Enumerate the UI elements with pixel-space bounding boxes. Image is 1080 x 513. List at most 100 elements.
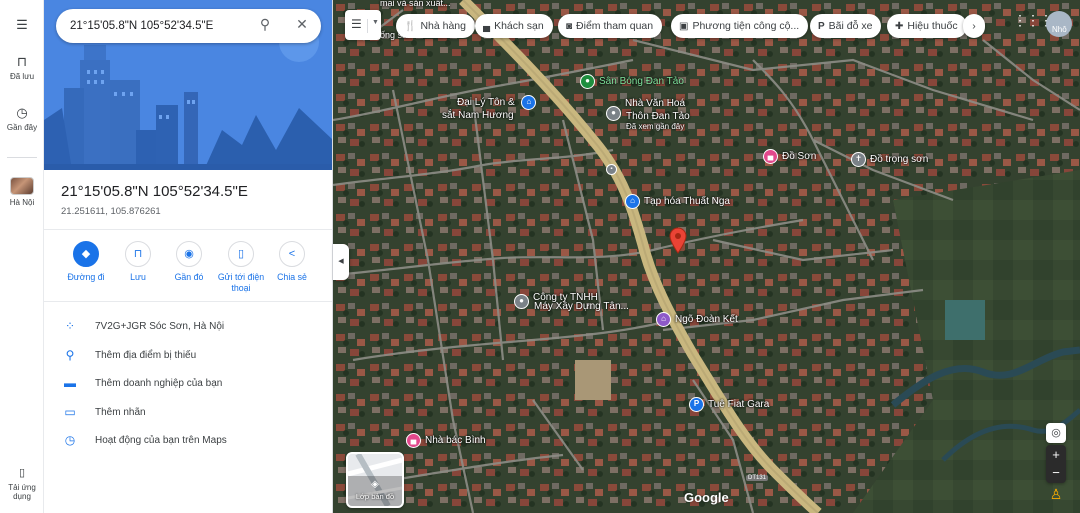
add-label-row[interactable]: ▭ Thêm nhãn	[44, 400, 332, 429]
get-app-label: Tải ứng dụng	[8, 483, 36, 501]
search-box[interactable]: ⚲ ✕	[56, 9, 321, 43]
more-chips-button[interactable]: ›	[963, 14, 985, 38]
share-label: Chia sẻ	[277, 272, 307, 282]
dropped-pin-icon[interactable]	[668, 226, 688, 257]
search-input[interactable]	[70, 17, 250, 35]
send-to-phone-label: Gửi tới điện thoại	[217, 272, 265, 293]
parking-icon: P	[818, 21, 825, 32]
share-icon: <	[279, 241, 305, 267]
pegman-icon[interactable]: ♙	[1047, 486, 1065, 508]
left-rail: ☰ ⊓ Đã lưu ◷ Gần đây Hà Nội ▯ Tải ứng dụ…	[0, 0, 44, 513]
poi-cong-ty[interactable]: ● Công ty TNHH Máy Xây Dựng Tân...	[514, 292, 629, 312]
chevron-right-icon: ›	[972, 20, 976, 32]
bus-stop-icon: ▪	[606, 164, 617, 175]
map-mode-toggle[interactable]: ☰ ▼	[345, 10, 381, 40]
chip-label: Khách sạn	[494, 20, 544, 32]
add-label-text: Thêm nhãn	[95, 406, 146, 418]
poi-san-bong[interactable]: ● Sân Bóng Đan Tảo	[580, 74, 684, 89]
phone-icon: ▯	[18, 467, 26, 479]
list-icon: ☰	[351, 17, 362, 31]
poi-dai-ly[interactable]: Đại Lý Tôn & ⌂ sắt Nam Hương	[442, 95, 540, 121]
add-missing-place-row[interactable]: ⚲ Thêm địa điểm bị thiếu	[44, 343, 332, 372]
poi-text: Nhà bác Bình	[425, 435, 486, 447]
layers-button[interactable]: ◈ Lớp bản đồ	[346, 452, 404, 508]
get-app-button[interactable]: ▯ Tải ứng dụng	[0, 466, 44, 501]
plus-code-icon: ⁘	[64, 319, 76, 333]
camera-icon: ◙	[566, 21, 573, 32]
send-to-phone-button[interactable]: ▯ Gửi tới điện thoại	[215, 241, 267, 294]
menu-icon: ☰	[16, 17, 28, 32]
add-place-icon: ⚲	[65, 347, 75, 362]
plus-code-row[interactable]: ⁘ 7V2G+JGR Sóc Sơn, Hà Nội	[44, 314, 332, 343]
poi-ngo-doan-ket[interactable]: ⌂ Ngõ Đoàn Kết	[656, 312, 738, 327]
poi-text: Công ty TNHH	[533, 292, 598, 304]
poi-nha-van-hoa[interactable]: ● Nhà Văn Hoá Thôn Đan Tảo Đã xem gần đây	[606, 98, 690, 131]
nearby-button[interactable]: ◉ Gần đó	[163, 241, 215, 283]
hotel-icon: ▄	[763, 149, 778, 164]
saved-button[interactable]: ⊓ Đã lưu	[0, 54, 44, 82]
zoom-out-button[interactable]: −	[1046, 464, 1066, 483]
location-marker	[669, 227, 687, 254]
menu-button[interactable]: ☰	[0, 18, 44, 35]
zoom-in-button[interactable]: +	[1046, 445, 1066, 464]
place-icon: ●	[514, 294, 529, 309]
recent-label: Gần đây	[6, 123, 38, 132]
directions-icon: ◆	[73, 241, 99, 267]
hero-illustration: ⚲ ✕	[44, 0, 332, 170]
history-icon: ◷	[64, 433, 76, 447]
hotel-icon: ▄	[406, 433, 421, 448]
poi-tue-fiat[interactable]: P Tuệ Fiat Gara	[689, 397, 769, 412]
decimal-coordinates: 21.251611, 105.876261	[61, 206, 161, 217]
poi-do-son[interactable]: ▄ Đồ Sơn	[763, 149, 816, 164]
close-icon[interactable]: ✕	[292, 16, 312, 33]
chip-transit[interactable]: ▣ Phương tiện công cộ...	[671, 14, 809, 38]
my-location-button[interactable]: ◎	[1046, 423, 1066, 443]
poi-text: Tuệ Fiat Gara	[708, 399, 770, 411]
chip-restaurants[interactable]: 🍴 Nhà hàng	[396, 14, 475, 38]
chip-label: Phương tiện công cộ...	[692, 20, 800, 32]
poi-nha-bac-binh[interactable]: ▄ Nhà bác Bình	[406, 433, 486, 448]
chip-attractions[interactable]: ◙ Điểm tham quan	[558, 14, 663, 38]
poi-tap-hoa[interactable]: ⌂ Tạp hóa Thuất Nga	[625, 194, 730, 209]
save-button[interactable]: ⊓ Lưu	[112, 241, 164, 283]
search-icon[interactable]: ⚲	[255, 16, 275, 33]
poi-text: sắt Nam Hương	[442, 110, 514, 121]
poi-do-trong-son[interactable]: ✝ Đồ trọng sơn	[851, 152, 928, 167]
chevron-down-icon: ▼	[367, 19, 379, 33]
directions-button[interactable]: ◆ Đường đi	[60, 241, 112, 283]
label-icon: ▭	[64, 404, 76, 419]
poi-text: Ngõ Đoàn Kết	[675, 314, 738, 326]
history-icon: ◷	[16, 105, 28, 120]
avatar-initials: Nhô	[1052, 25, 1067, 34]
poi-subtext: Đã xem gần đây	[626, 122, 685, 131]
chip-label: Nhà hàng	[420, 20, 466, 32]
chip-parking[interactable]: P Bãi đỗ xe	[810, 14, 882, 38]
details-list: ⁘ 7V2G+JGR Sóc Sơn, Hà Nội ⚲ Thêm địa đi…	[44, 314, 332, 457]
poi-bus-stop[interactable]: ▪	[606, 164, 621, 175]
chip-hotels[interactable]: ▄ Khách sạn	[475, 14, 553, 38]
maps-activity-row[interactable]: ◷ Hoạt động của bạn trên Maps	[44, 428, 332, 457]
shop-icon: ⌂	[521, 95, 537, 110]
add-business-row[interactable]: ▬ Thêm doanh nghiệp của bạn	[44, 371, 332, 400]
chip-pharmacy[interactable]: ✚ Hiệu thuốc	[887, 14, 967, 38]
layers-label: Lớp bản đồ	[355, 492, 395, 501]
add-missing-place-text: Thêm địa điểm bị thiếu	[95, 349, 197, 361]
collapse-panel-button[interactable]: ◀	[333, 244, 349, 280]
place-title: 21°15'05.8"N 105°52'34.5"E	[61, 183, 248, 200]
place-panel: ⚲ ✕ 21°15'05.8"N 105°52'34.5"E 21.251611…	[44, 0, 333, 513]
poi-text: Thôn Đan Tảo	[626, 111, 690, 122]
zoom-control: + −	[1046, 445, 1066, 483]
bookmark-icon: ⊓	[16, 54, 28, 69]
road-shield: DT131	[746, 475, 769, 481]
action-bar: ◆ Đường đi ⊓ Lưu ◉ Gần đó ▯ Gửi tới điện…	[60, 241, 322, 297]
divider	[44, 229, 332, 230]
share-button[interactable]: < Chia sẻ	[266, 241, 318, 283]
avatar[interactable]: Nhô	[1046, 11, 1072, 37]
recent-place-button[interactable]: Hà Nội	[0, 177, 44, 207]
poi-label-top[interactable]: mại và sản xuất...	[380, 0, 451, 8]
poi-text: Sân Bóng Đan Tảo	[599, 76, 684, 88]
poi-text: mại và sản xuất...	[380, 0, 451, 8]
poi-text: Đại Lý Tôn &	[457, 97, 515, 109]
place-icon: ⌂	[656, 312, 671, 327]
recent-button[interactable]: ◷ Gần đây	[0, 105, 44, 133]
